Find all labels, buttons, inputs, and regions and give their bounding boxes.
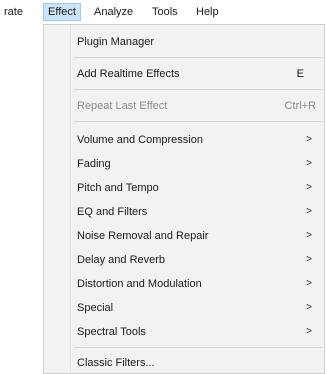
menu-item-volume-and-compression[interactable]: Volume and Compression > — [44, 129, 324, 151]
menu-item-shortcut: Ctrl+R — [284, 100, 316, 112]
menu-item-label: Fading — [77, 158, 111, 170]
menu-item-pitch-and-tempo[interactable]: Pitch and Tempo > — [44, 177, 324, 199]
menu-item-noise-removal-and-repair[interactable]: Noise Removal and Repair > — [44, 225, 324, 247]
menu-separator — [74, 57, 322, 58]
submenu-arrow-icon: > — [306, 230, 312, 241]
submenu-arrow-icon: > — [306, 302, 312, 313]
menu-item-repeat-last-effect[interactable]: Repeat Last Effect Ctrl+R — [44, 95, 324, 117]
menu-item-label: Volume and Compression — [77, 134, 203, 146]
menu-analyze[interactable]: Analyze — [90, 4, 137, 20]
menu-item-label: Noise Removal and Repair — [77, 230, 209, 242]
menu-item-delay-and-reverb[interactable]: Delay and Reverb > — [44, 249, 324, 271]
submenu-arrow-icon: > — [306, 326, 312, 337]
menu-item-label: Classic Filters... — [77, 357, 155, 369]
menu-item-label: Delay and Reverb — [77, 254, 166, 266]
menu-item-special[interactable]: Special > — [44, 297, 324, 319]
menu-separator — [74, 121, 322, 122]
menu-separator — [74, 89, 322, 90]
menu-item-label: Add Realtime Effects — [77, 68, 180, 80]
submenu-arrow-icon: > — [306, 254, 312, 265]
submenu-arrow-icon: > — [306, 206, 312, 217]
menu-item-label: Special — [77, 302, 114, 314]
menu-effect[interactable]: Effect — [43, 3, 81, 21]
menu-item-fading[interactable]: Fading > — [44, 153, 324, 175]
menu-help[interactable]: Help — [192, 4, 223, 20]
submenu-arrow-icon: > — [306, 278, 312, 289]
menu-rate[interactable]: rate — [0, 4, 27, 20]
menu-item-plugin-manager[interactable]: Plugin Manager — [44, 31, 324, 53]
submenu-arrow-icon: > — [306, 182, 312, 193]
menu-bar: rate Effect Analyze Tools Help — [0, 0, 327, 24]
menu-tools[interactable]: Tools — [148, 4, 182, 20]
menu-item-eq-and-filters[interactable]: EQ and Filters > — [44, 201, 324, 223]
menu-item-distortion-and-modulation[interactable]: Distortion and Modulation > — [44, 273, 324, 295]
menu-item-label: Spectral Tools — [77, 326, 146, 338]
menu-item-label: Repeat Last Effect — [77, 100, 168, 112]
menu-item-spectral-tools[interactable]: Spectral Tools > — [44, 321, 324, 343]
menu-item-label: Pitch and Tempo — [77, 182, 159, 194]
menu-item-label: Plugin Manager — [77, 36, 155, 48]
submenu-arrow-icon: > — [306, 134, 312, 145]
menu-item-add-realtime-effects[interactable]: Add Realtime Effects E — [44, 63, 324, 85]
menu-separator — [74, 347, 322, 348]
menu-item-shortcut: E — [296, 68, 304, 80]
menu-item-classic-filters[interactable]: Classic Filters... — [44, 352, 324, 374]
effect-dropdown-menu: Plugin Manager Add Realtime Effects E Re… — [43, 24, 325, 374]
menu-item-label: EQ and Filters — [77, 206, 148, 218]
submenu-arrow-icon: > — [306, 158, 312, 169]
menu-item-label: Distortion and Modulation — [77, 278, 202, 290]
